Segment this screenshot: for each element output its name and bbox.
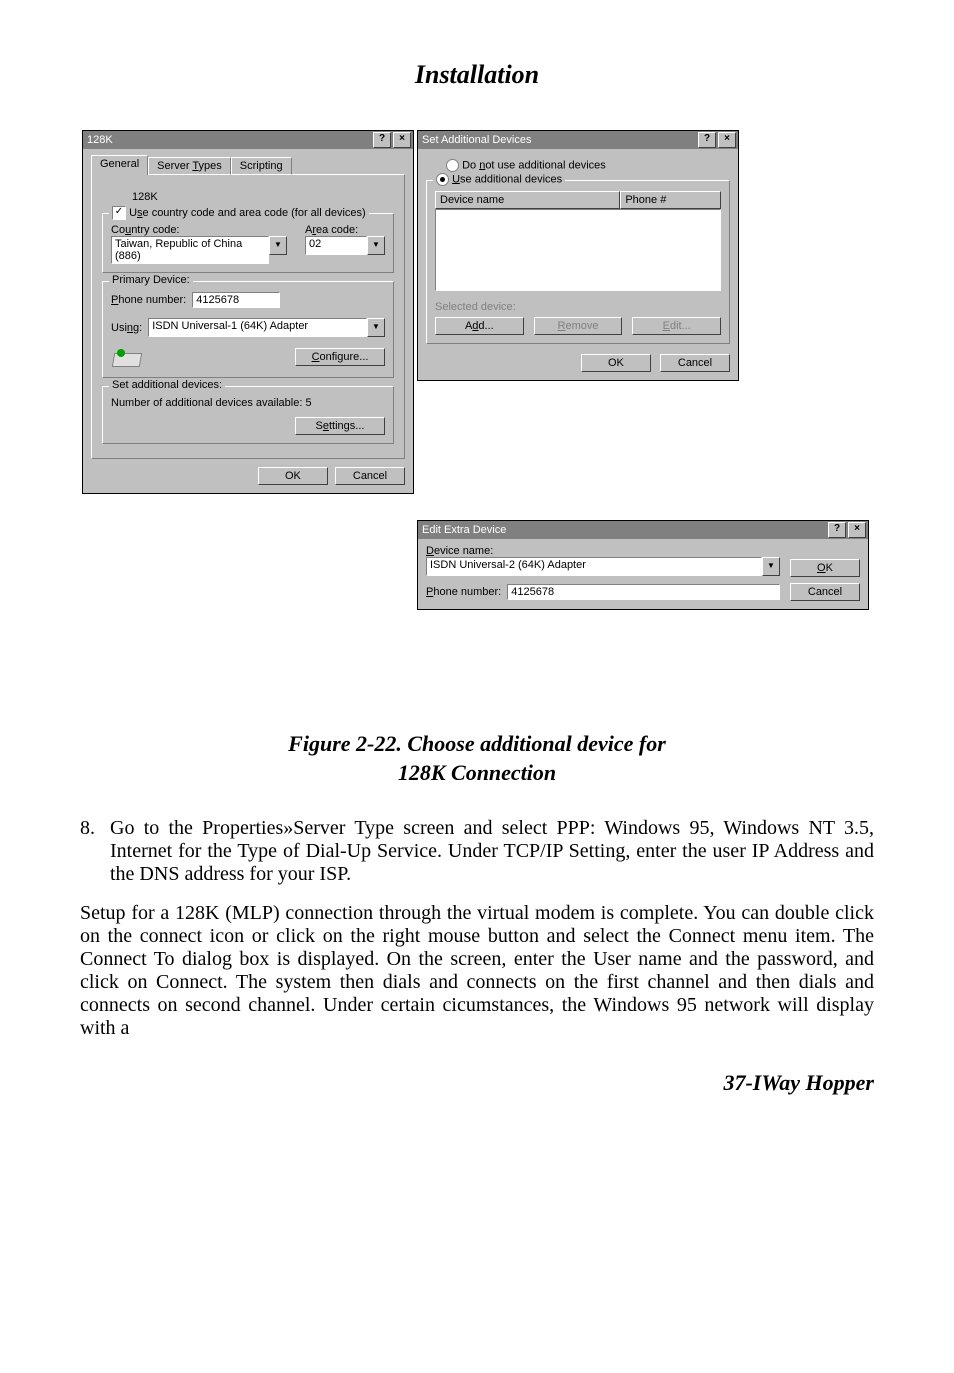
- phone-number-input[interactable]: 4125678: [507, 584, 780, 600]
- remove-button: Remove: [534, 317, 623, 335]
- page-footer: 37-IWay Hopper: [80, 1070, 874, 1096]
- column-phone[interactable]: Phone #: [620, 191, 721, 209]
- cancel-button[interactable]: Cancel: [660, 354, 730, 372]
- radio-use[interactable]: [436, 173, 449, 186]
- ok-button[interactable]: OK: [581, 354, 651, 372]
- area-code-input[interactable]: 02: [305, 236, 367, 255]
- dialog-128k: 128K ? × General Server Types Scripting …: [82, 130, 414, 494]
- dialog-set-additional: Set Additional Devices ? × Do not use ad…: [417, 130, 739, 381]
- close-button[interactable]: ×: [848, 522, 866, 538]
- use-country-label: Use country code and area code (for all …: [129, 207, 366, 219]
- column-device-name[interactable]: Device name: [435, 191, 620, 209]
- using-label: Using:: [111, 322, 142, 334]
- country-code-label: Country code:: [111, 224, 287, 236]
- radio-use-label: Use additional devices: [452, 173, 562, 185]
- country-code-select[interactable]: Taiwan, Republic of China (886): [111, 236, 269, 264]
- settings-button[interactable]: Settings...: [295, 417, 385, 435]
- ok-button[interactable]: OK: [790, 559, 860, 577]
- chevron-down-icon[interactable]: ▼: [367, 318, 385, 337]
- cancel-button[interactable]: Cancel: [790, 583, 860, 601]
- help-button[interactable]: ?: [828, 522, 846, 538]
- help-button[interactable]: ?: [698, 132, 716, 148]
- radio-not-use-label: Do not use additional devices: [462, 159, 606, 171]
- add-button[interactable]: Add...: [435, 317, 524, 335]
- cancel-button[interactable]: Cancel: [335, 467, 405, 485]
- device-name-label: Device name:: [426, 545, 780, 557]
- connection-name-label: 128K: [132, 191, 394, 203]
- phone-number-label: Phone number:: [426, 586, 501, 598]
- phone-number-label: Phone number:: [111, 294, 186, 306]
- titlebar-128k-title: 128K: [87, 134, 371, 146]
- ok-button[interactable]: OK: [258, 467, 328, 485]
- devices-listbox[interactable]: [435, 209, 721, 291]
- configure-button[interactable]: Configure...: [295, 348, 385, 366]
- dialog-edit-extra: Edit Extra Device ? × Device name: ISDN …: [417, 520, 869, 610]
- tab-scripting[interactable]: Scripting: [231, 157, 292, 175]
- titlebar-128k: 128K ? ×: [83, 131, 413, 149]
- tab-general[interactable]: General: [91, 155, 148, 175]
- titlebar-set-additional-title: Set Additional Devices: [422, 134, 696, 146]
- titlebar-edit-extra-title: Edit Extra Device: [422, 524, 826, 536]
- selected-device-label: Selected device:: [435, 301, 721, 313]
- area-code-label: Area code:: [305, 224, 385, 236]
- device-name-select[interactable]: ISDN Universal-2 (64K) Adapter: [426, 557, 762, 576]
- radio-not-use[interactable]: [446, 159, 459, 172]
- titlebar-set-additional: Set Additional Devices ? ×: [418, 131, 738, 149]
- set-additional-legend: Set additional devices:: [109, 379, 225, 391]
- close-button[interactable]: ×: [718, 132, 736, 148]
- figure-caption: Figure 2-22. Choose additional device fo…: [80, 730, 874, 787]
- tab-server-types[interactable]: Server Types: [148, 157, 231, 175]
- modem-icon: [111, 345, 143, 369]
- additional-count-label: Number of additional devices available: …: [111, 397, 385, 409]
- phone-number-input[interactable]: 4125678: [192, 292, 280, 308]
- chevron-down-icon[interactable]: ▼: [762, 557, 780, 576]
- chevron-down-icon[interactable]: ▼: [269, 236, 287, 255]
- instruction-list: Go to the Properties»Server Type screen …: [100, 817, 874, 886]
- edit-button: Edit...: [632, 317, 721, 335]
- titlebar-edit-extra: Edit Extra Device ? ×: [418, 521, 868, 539]
- chevron-down-icon[interactable]: ▼: [367, 236, 385, 255]
- help-button[interactable]: ?: [373, 132, 391, 148]
- using-select[interactable]: ISDN Universal-1 (64K) Adapter: [148, 318, 367, 337]
- page-title-header: Installation: [80, 60, 874, 90]
- close-button[interactable]: ×: [393, 132, 411, 148]
- screenshot-composite: 128K ? × General Server Types Scripting …: [82, 130, 872, 700]
- primary-device-legend: Primary Device:: [109, 274, 193, 286]
- body-paragraph: Setup for a 128K (MLP) connection throug…: [80, 902, 874, 1040]
- step-8: Go to the Properties»Server Type screen …: [100, 817, 874, 886]
- use-country-checkbox[interactable]: ✓: [112, 206, 126, 220]
